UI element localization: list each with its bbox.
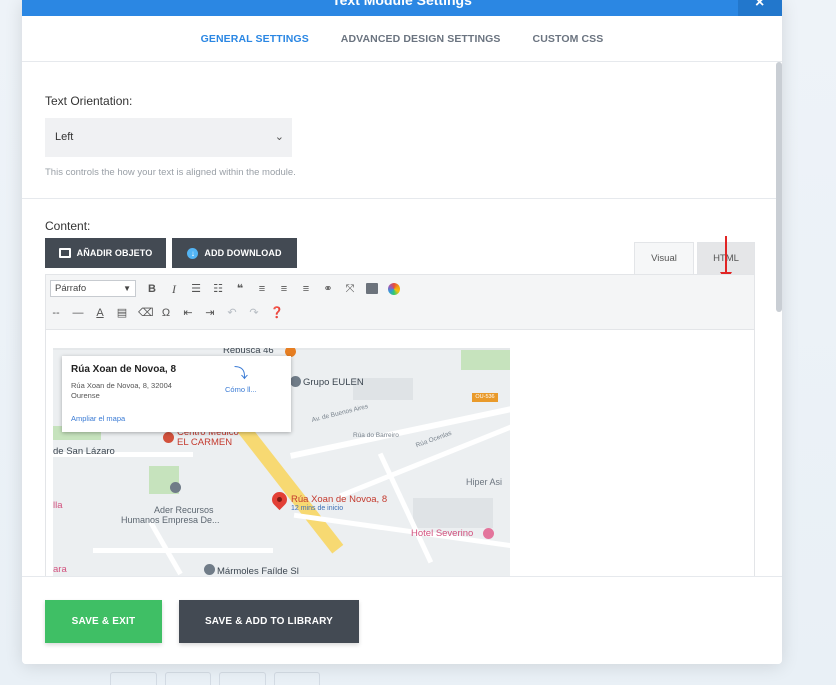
add-download-button[interactable]: ↓ ADD DOWNLOAD <box>172 238 297 268</box>
enlarge-map-link[interactable]: Ampliar el mapa <box>71 414 125 423</box>
map-pin-label: Rúa Xoan de Novoa, 8 <box>291 494 388 505</box>
annotation-arrow-line <box>725 236 727 276</box>
map-label-centro2: EL CARMEN <box>177 437 233 448</box>
map-label-lazaro: de San Lázaro <box>53 446 115 457</box>
horizontal-line-icon[interactable]: — <box>72 306 84 320</box>
map-label-ader1: Ader Recursos <box>154 505 214 515</box>
toolbar-row-2: ‑‑ — A ▤ ⌫ Ω ⇤ ⇥ ↶ ↷ ❓ <box>50 306 284 320</box>
map-info-card: Rúa Xoan de Novoa, 8 Rúa Xoan de Novoa, … <box>62 356 291 432</box>
hotel-icon <box>483 528 494 539</box>
redo-icon[interactable]: ↷ <box>248 306 260 320</box>
map-address-line1: Rúa Xoan de Novoa, 8, 32004 <box>71 381 172 390</box>
map-label-ara: ara <box>53 564 67 575</box>
plugin-icon[interactable] <box>388 282 400 295</box>
map-address-line2: Ourense <box>71 391 100 400</box>
business-icon <box>170 482 181 493</box>
add-download-label: ADD DOWNLOAD <box>204 248 282 258</box>
download-icon: ↓ <box>187 247 199 259</box>
close-icon[interactable]: × <box>755 0 764 12</box>
map-label-ader2: Humanos Empresa De... <box>121 515 220 525</box>
text-orientation-value: Left <box>55 131 74 143</box>
background-buttons <box>110 672 320 685</box>
tab-visual[interactable]: Visual <box>634 242 694 274</box>
modal-footer: SAVE & EXIT SAVE & ADD TO LIBRARY <box>22 576 782 664</box>
map-label-grupo: Grupo EULEN <box>303 377 364 388</box>
text-orientation-select[interactable]: Left ⌄ <box>45 118 292 157</box>
fullscreen-icon[interactable]: ⤧ <box>344 282 356 296</box>
italic-icon[interactable]: I <box>168 282 180 296</box>
scrollbar[interactable] <box>776 62 782 312</box>
section-divider <box>22 198 776 199</box>
tab-advanced-design-settings[interactable]: ADVANCED DESIGN SETTINGS <box>341 33 501 45</box>
content-label: Content: <box>45 219 91 233</box>
outdent-icon[interactable]: ⇤ <box>182 306 194 320</box>
settings-modal: Text Module Settings × GENERAL SETTINGS … <box>22 0 782 664</box>
text-orientation-label: Text Orientation: <box>45 94 133 108</box>
toolbar-toggle-icon[interactable] <box>366 283 378 294</box>
business-icon <box>204 564 215 575</box>
map-block <box>53 348 510 350</box>
media-icon <box>58 248 71 258</box>
map-label-rua-ocenlas: Rúa Ocenlas <box>414 429 453 450</box>
save-exit-button[interactable]: SAVE & EXIT <box>45 600 162 643</box>
map-park <box>461 348 510 370</box>
clear-formatting-icon[interactable]: ⌫ <box>138 306 154 320</box>
tab-general-settings[interactable]: GENERAL SETTINGS <box>201 33 309 45</box>
map-road <box>93 548 273 553</box>
map-label-rua-barreiro: Rúa do Barreiro <box>353 432 399 439</box>
blockquote-icon[interactable]: ❝ <box>234 282 246 296</box>
map-label-rebusca: Rebusca 46 <box>223 348 274 356</box>
modal-header: Text Module Settings × <box>22 0 782 16</box>
map-label-marmoles: Mármoles Faílde Sl <box>217 566 299 576</box>
undo-icon[interactable]: ↶ <box>226 306 238 320</box>
align-left-icon[interactable]: ≡ <box>256 282 268 296</box>
map-road-badge: OU-536 <box>472 393 498 402</box>
map-road <box>289 403 510 459</box>
format-select[interactable]: Párrafo ▼ <box>50 280 136 297</box>
toolbar-row-1: Párrafo ▼ B I ☰ ☷ ❝ ≡ ≡ ≡ ⚭ ⤧ <box>50 280 400 297</box>
save-add-library-button[interactable]: SAVE & ADD TO LIBRARY <box>179 600 359 643</box>
text-orientation-help: This controls the how your text is align… <box>45 167 296 178</box>
link-icon[interactable]: ⚭ <box>322 282 334 296</box>
map-place-title: Rúa Xoan de Novoa, 8 <box>71 364 177 375</box>
add-object-label: AÑADIR OBJETO <box>76 248 153 258</box>
settings-tabs: GENERAL SETTINGS ADVANCED DESIGN SETTING… <box>22 16 782 62</box>
editor-toolbar: Párrafo ▼ B I ☰ ☷ ❝ ≡ ≡ ≡ ⚭ ⤧ ‑‑ — A ▤ ⌫… <box>46 275 754 330</box>
embedded-map[interactable]: Rebusca 46 Grupo EULEN OU-536 Av. de Bue… <box>53 348 510 576</box>
directions-link[interactable]: Cómo ll... <box>225 385 257 394</box>
map-pin-sublabel: 12 mins de inicio <box>291 505 344 512</box>
map-label-hiper: Hiper Asi <box>466 477 503 487</box>
strikethrough-icon[interactable]: ‑‑ <box>50 306 62 320</box>
close-button[interactable]: × <box>738 0 782 16</box>
settings-content: Text Orientation: Left ⌄ This controls t… <box>22 62 782 576</box>
numbered-list-icon[interactable]: ☷ <box>212 282 224 296</box>
help-icon[interactable]: ❓ <box>270 306 284 320</box>
bold-icon[interactable]: B <box>146 282 158 296</box>
dropdown-arrow-icon: ▼ <box>123 284 131 293</box>
special-character-icon[interactable]: Ω <box>160 306 172 320</box>
modal-title: Text Module Settings <box>332 0 472 8</box>
directions-icon[interactable]: ⤵ <box>234 363 248 383</box>
business-icon <box>290 376 301 387</box>
format-select-value: Párrafo <box>55 283 87 294</box>
tab-custom-css[interactable]: CUSTOM CSS <box>533 33 604 45</box>
chevron-down-icon: ⌄ <box>274 131 284 143</box>
map-label-av-buenos: Av. de Buenos Aires <box>311 403 369 424</box>
bullet-list-icon[interactable]: ☰ <box>190 282 202 296</box>
indent-icon[interactable]: ⇥ <box>204 306 216 320</box>
medical-icon <box>163 432 174 443</box>
text-color-icon[interactable]: A <box>94 306 106 320</box>
map-label-hotel: Hotel Severino <box>411 528 474 539</box>
add-object-button[interactable]: AÑADIR OBJETO <box>45 238 166 268</box>
map-label-lla: lla <box>53 500 63 511</box>
paste-text-icon[interactable]: ▤ <box>116 306 128 320</box>
map-block <box>413 498 493 528</box>
align-right-icon[interactable]: ≡ <box>300 282 312 296</box>
location-pin-dot <box>277 497 282 502</box>
align-center-icon[interactable]: ≡ <box>278 282 290 296</box>
